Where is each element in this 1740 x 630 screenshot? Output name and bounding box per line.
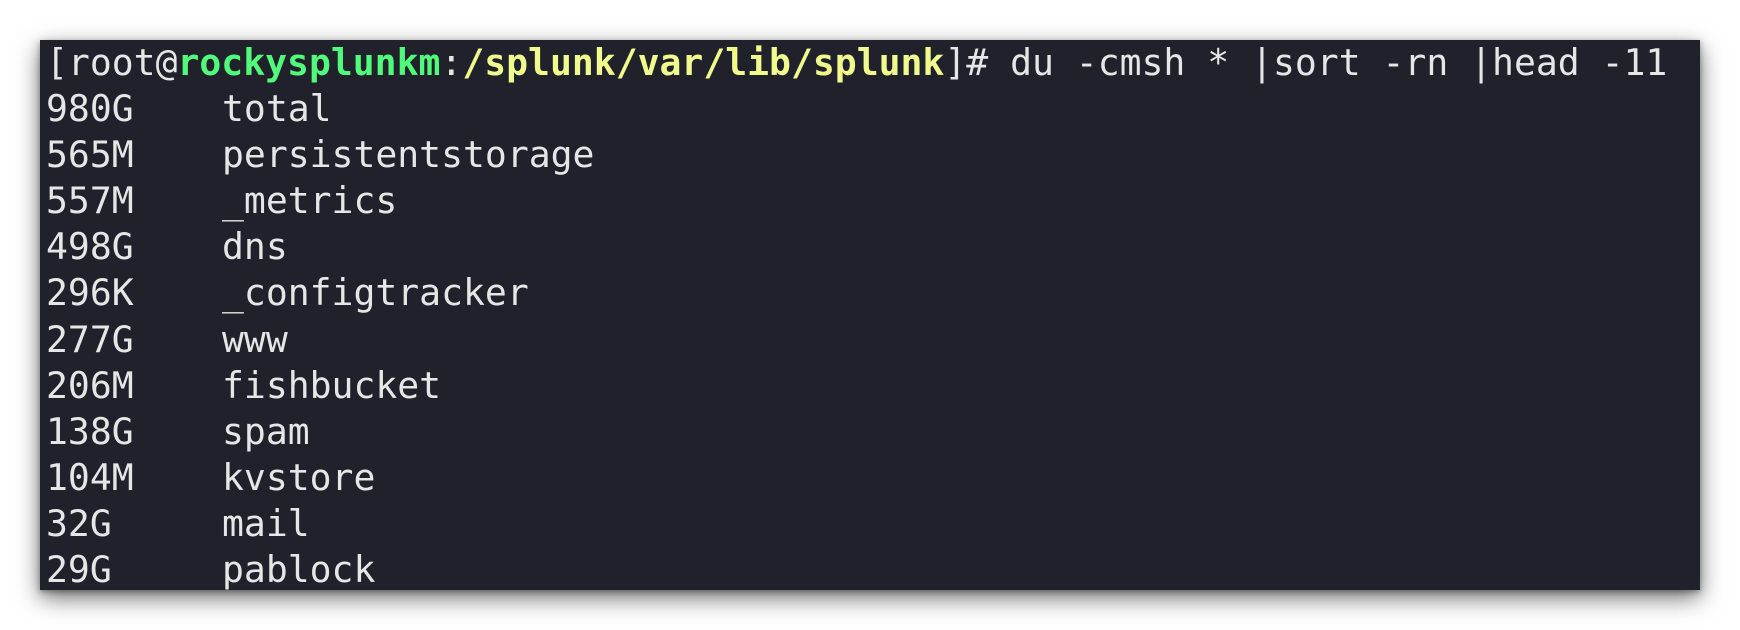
output-row: 296K _configtracker	[46, 270, 1694, 316]
output-name: www	[222, 317, 288, 361]
terminal-window[interactable]: [root@rockysplunkm:/splunk/var/lib/splun…	[40, 40, 1700, 590]
output-row: 206M fishbucket	[46, 363, 1694, 409]
command-text: du -cmsh * |sort -rn |head -11	[1010, 41, 1668, 84]
output-size: 296K	[46, 271, 134, 315]
output-name: persistentstorage	[222, 133, 595, 177]
output-name: spam	[222, 409, 310, 453]
prompt-colon: :	[440, 41, 463, 84]
output-size: 557M	[46, 179, 134, 223]
prompt-user: root	[67, 41, 156, 84]
output-name: _metrics	[222, 179, 398, 223]
output-name: kvstore	[222, 455, 376, 499]
output-size: 277G	[46, 317, 134, 361]
output-name: pablock	[222, 548, 376, 590]
prompt-open-bracket: [	[46, 41, 68, 84]
output-row: 32G mail	[46, 501, 1694, 547]
output-row: 104M kvstore	[46, 455, 1694, 501]
output-size: 32G	[46, 501, 112, 545]
output-row: 498G dns	[46, 224, 1694, 270]
output-size: 980G	[46, 87, 134, 131]
output-row: 277G www	[46, 317, 1694, 363]
output-size: 565M	[46, 133, 134, 177]
output-name: mail	[222, 501, 310, 545]
output-row: 29G pablock	[46, 547, 1694, 590]
output-size: 138G	[46, 409, 134, 453]
output-row: 138G spam	[46, 409, 1694, 455]
output-size: 104M	[46, 455, 134, 499]
prompt-line: [root@rockysplunkm:/splunk/var/lib/splun…	[46, 40, 1694, 86]
prompt-at: @	[155, 41, 178, 84]
output-size: 498G	[46, 225, 134, 269]
output-row: 557M _metrics	[46, 178, 1694, 224]
output-name: _configtracker	[222, 271, 529, 315]
prompt-path: /splunk/var/lib/splunk	[462, 41, 945, 84]
prompt-close: ]#	[944, 41, 1011, 84]
prompt-hostname: rockysplunkm	[177, 41, 441, 84]
output-name: total	[222, 87, 332, 131]
output-name: dns	[222, 225, 288, 269]
output-name: fishbucket	[222, 363, 442, 407]
output-row: 565M persistentstorage	[46, 132, 1694, 178]
output-size: 206M	[46, 363, 134, 407]
output-size: 29G	[46, 548, 112, 590]
output-row: 980G total	[46, 86, 1694, 132]
